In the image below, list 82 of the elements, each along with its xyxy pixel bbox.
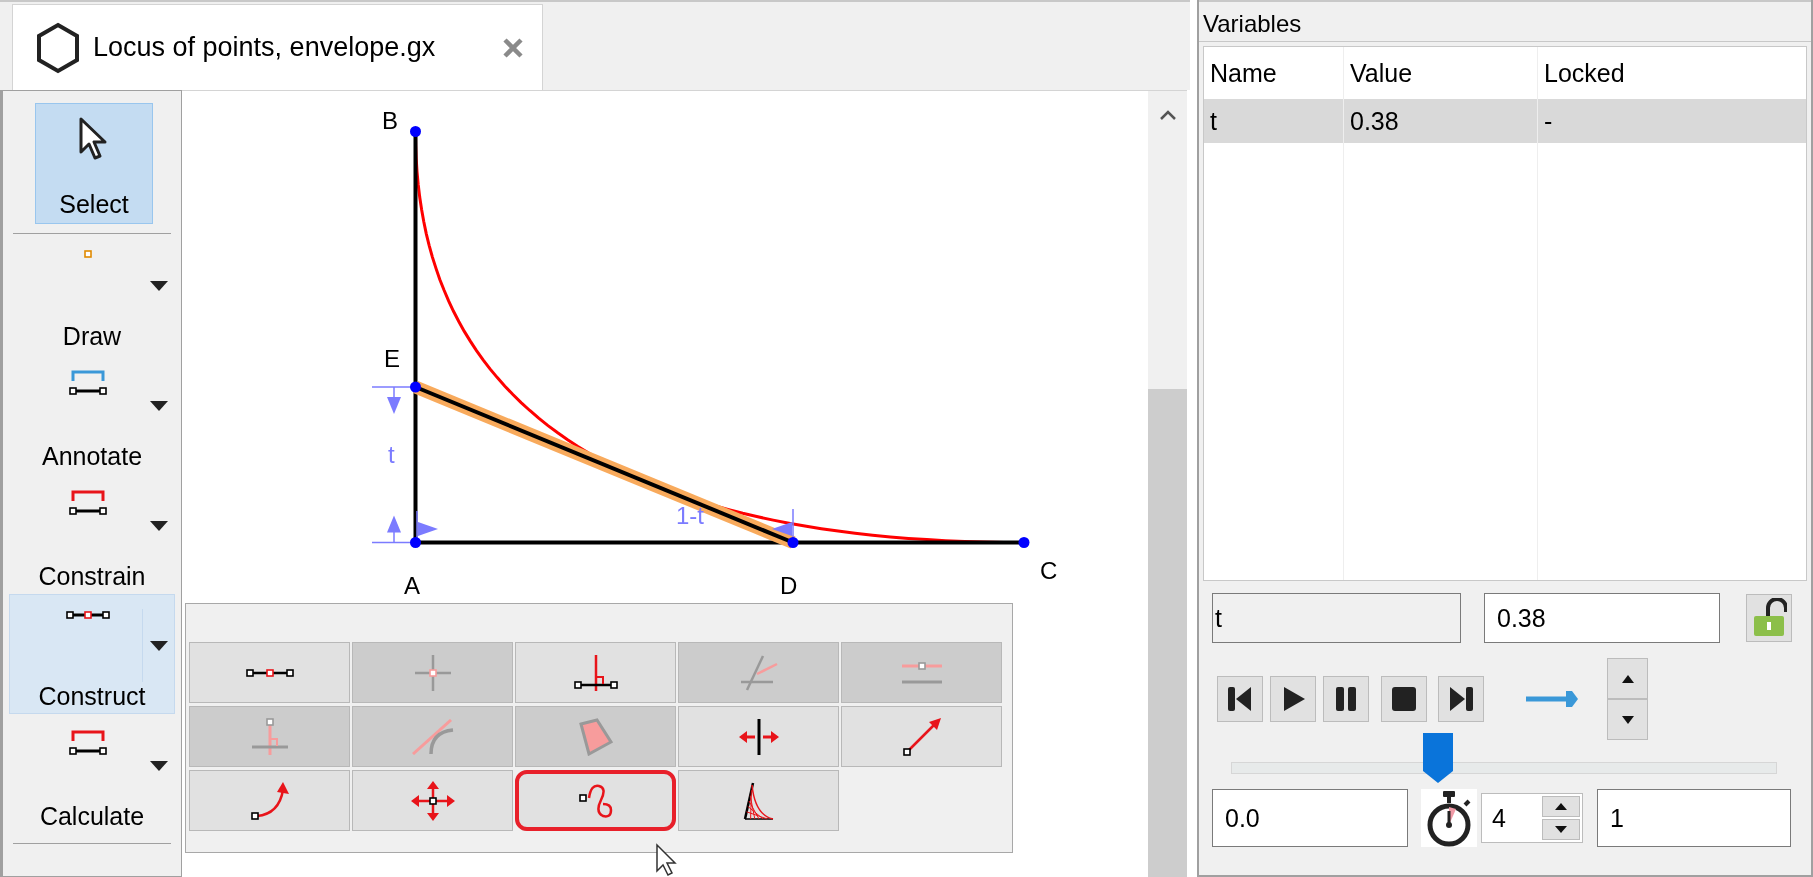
palette-button[interactable] — [678, 770, 839, 831]
column-header: Value — [1349, 58, 1414, 88]
palette-button[interactable] — [189, 642, 350, 703]
polygon-icon — [578, 717, 613, 756]
stop-button[interactable] — [1381, 676, 1427, 722]
point-icon — [83, 249, 93, 259]
tangent-icon — [411, 718, 454, 755]
palette-button[interactable] — [678, 706, 839, 767]
scroll-up-icon[interactable] — [1159, 110, 1176, 120]
skip-back-button[interactable] — [1217, 676, 1263, 722]
tool-menu-button[interactable]: Construct — [9, 594, 175, 714]
max-field[interactable]: 1 — [1597, 789, 1791, 847]
tab-title: Locus of points, envelope.gx — [93, 32, 437, 63]
value-field[interactable]: 0.38 — [1484, 593, 1720, 643]
close-icon[interactable] — [502, 36, 524, 59]
column-header: Locked — [1543, 58, 1626, 88]
move-icon — [410, 780, 455, 821]
caret-down-icon — [1621, 715, 1634, 724]
intersection-icon — [413, 653, 452, 692]
lock-button[interactable] — [1746, 594, 1792, 642]
table-cell-text: t — [1209, 106, 1218, 136]
caret-icon — [149, 280, 168, 291]
scroll-thumb[interactable] — [1148, 389, 1187, 877]
loop-curve-icon — [578, 783, 613, 818]
palette-button[interactable] — [841, 706, 1002, 767]
tool-menu-button[interactable]: Annotate — [9, 354, 175, 474]
stopwatch-icon — [1421, 789, 1477, 847]
envelope-icon — [743, 781, 774, 820]
midpoint-icon — [66, 609, 110, 621]
midpoint-icon — [245, 668, 294, 677]
caret-icon — [149, 760, 168, 771]
palette-button[interactable] — [189, 770, 350, 831]
name-field[interactable]: t — [1212, 593, 1461, 643]
bisector-icon — [739, 654, 778, 691]
caret-down-icon — [1555, 826, 1567, 833]
speed-field[interactable]: 4 — [1481, 793, 1583, 843]
measure-icon — [68, 729, 108, 757]
dimension-label: t — [388, 441, 395, 468]
play-button[interactable] — [1270, 676, 1316, 722]
tool-menu-button[interactable]: Draw — [9, 234, 175, 354]
caret-icon — [149, 640, 168, 651]
palette-button[interactable] — [515, 770, 676, 831]
caret-up-icon — [1621, 674, 1634, 683]
table-cell-text: 0.38 — [1349, 106, 1400, 136]
speed-up-button[interactable] — [1542, 796, 1580, 817]
constraint-icon — [68, 489, 108, 517]
min-field[interactable]: 0.0 — [1212, 789, 1408, 847]
point-label: C — [1040, 557, 1058, 584]
panel-title: Variables — [1199, 0, 1811, 42]
column-header: Name — [1209, 58, 1278, 88]
tool-button[interactable]: Select — [35, 103, 153, 224]
step-up-button[interactable] — [1607, 658, 1648, 699]
tool-menu-button[interactable]: Calculate — [9, 714, 175, 834]
table-cell-text: - — [1543, 106, 1554, 136]
point-label: D — [780, 572, 798, 599]
unlocked-icon — [1751, 598, 1787, 638]
pause-button[interactable] — [1323, 676, 1369, 722]
dimension-label: 1-t — [676, 502, 704, 529]
perpendicular-icon — [573, 653, 618, 692]
document-tab[interactable]: Locus of points, envelope.gx — [12, 4, 543, 90]
scrollbar[interactable] — [1148, 90, 1187, 877]
caret-icon — [149, 400, 168, 411]
parallel-icon — [900, 661, 943, 684]
slider-thumb[interactable] — [1423, 733, 1454, 783]
point-label: B — [382, 107, 398, 134]
point-label: A — [404, 572, 420, 599]
table-row[interactable]: t 0.38 - — [1204, 99, 1806, 143]
palette-button[interactable] — [515, 642, 676, 703]
curved-arrow-icon — [250, 781, 289, 820]
dimension-icon — [68, 369, 108, 397]
caret-up-icon — [1555, 803, 1567, 810]
caret-icon — [149, 520, 168, 531]
tool-menu-button[interactable]: Constrain — [9, 474, 175, 594]
arrow-right-icon[interactable] — [1524, 689, 1580, 709]
palette-button[interactable] — [352, 770, 513, 831]
stop-icon — [1389, 684, 1419, 714]
skip-forward-button[interactable] — [1438, 676, 1484, 722]
hexagon-icon — [35, 21, 81, 74]
vector-icon — [902, 717, 941, 756]
speed-down-button[interactable] — [1542, 819, 1580, 840]
perpendicular-icon — [250, 717, 289, 756]
point-label: E — [384, 345, 400, 372]
